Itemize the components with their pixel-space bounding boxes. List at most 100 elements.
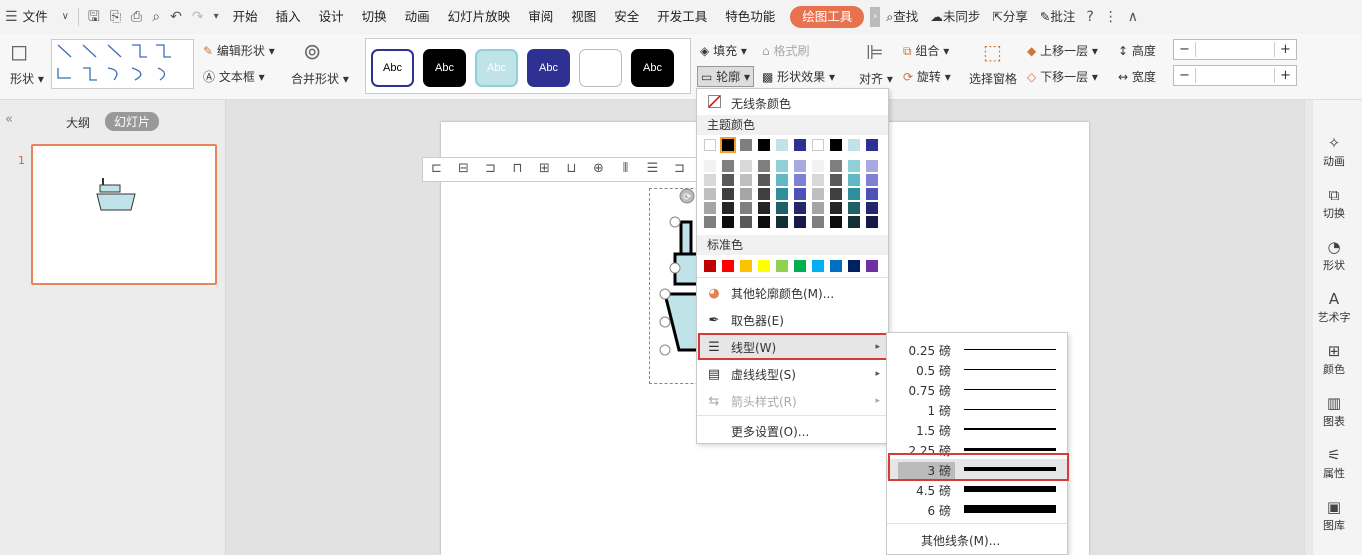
theme-shade-swatch[interactable]	[722, 160, 734, 172]
line-weight-option[interactable]: 1.5 磅	[887, 419, 1067, 439]
collapse-panel-icon[interactable]: «	[5, 112, 13, 127]
theme-shade-swatch[interactable]	[812, 174, 824, 186]
theme-shade-swatch[interactable]	[830, 160, 842, 172]
width-field[interactable]: − +	[1173, 65, 1297, 86]
tab-insert[interactable]: 插入	[267, 0, 310, 34]
theme-shade-swatch[interactable]	[704, 174, 716, 186]
theme-shade-swatch[interactable]	[758, 202, 770, 214]
theme-shade-swatch[interactable]	[740, 188, 752, 200]
theme-shade-swatch[interactable]	[812, 216, 824, 228]
theme-color-swatch[interactable]	[830, 139, 842, 151]
tab-view[interactable]: 视图	[562, 0, 605, 34]
style-preset[interactable]: Abc	[371, 49, 414, 87]
theme-color-swatch[interactable]	[776, 139, 788, 151]
theme-shade-swatch[interactable]	[758, 216, 770, 228]
theme-shade-swatch[interactable]	[812, 202, 824, 214]
theme-shade-swatch[interactable]	[848, 202, 860, 214]
standard-color-swatch[interactable]	[812, 260, 824, 272]
theme-shade-swatch[interactable]	[830, 174, 842, 186]
fill-button[interactable]: ◈ 填充 ▾	[700, 42, 747, 59]
theme-shade-swatch[interactable]	[758, 174, 770, 186]
theme-shade-swatch[interactable]	[740, 160, 752, 172]
theme-color-swatch[interactable]	[866, 139, 878, 151]
theme-shade-swatch[interactable]	[866, 216, 878, 228]
theme-shade-swatch[interactable]	[794, 188, 806, 200]
standard-color-swatch[interactable]	[776, 260, 788, 272]
redo-icon[interactable]: ↷	[187, 0, 209, 34]
minus-icon[interactable]: −	[1174, 68, 1196, 83]
more-settings-item[interactable]: 更多设置(O)...	[697, 418, 888, 444]
outline-tab[interactable]: 大纲	[66, 114, 90, 131]
standard-color-swatch[interactable]	[704, 260, 716, 272]
tab-security[interactable]: 安全	[605, 0, 648, 34]
theme-shade-swatch[interactable]	[776, 216, 788, 228]
theme-shade-swatch[interactable]	[830, 216, 842, 228]
theme-shade-swatch[interactable]	[812, 188, 824, 200]
standard-color-swatch[interactable]	[830, 260, 842, 272]
plus-icon[interactable]: +	[1274, 68, 1296, 83]
tab-animation[interactable]: 动画	[396, 0, 439, 34]
theme-shade-swatch[interactable]	[758, 160, 770, 172]
sidebar-item-transition[interactable]: ⧉ 切换	[1305, 186, 1362, 221]
chevron-down-icon[interactable]: ∨	[57, 0, 74, 34]
slide-thumbnail[interactable]	[31, 144, 217, 285]
collapse-icon[interactable]: ∧	[1123, 0, 1143, 34]
more-icon[interactable]: ⋮	[1099, 0, 1123, 34]
save-icon[interactable]: 🖫	[83, 0, 105, 34]
theme-shade-swatch[interactable]	[740, 202, 752, 214]
theme-shade-swatch[interactable]	[776, 160, 788, 172]
line-weight-option[interactable]: 1 磅	[887, 399, 1067, 419]
export-icon[interactable]: ⎘	[105, 0, 126, 34]
theme-shade-swatch[interactable]	[722, 202, 734, 214]
theme-color-swatch[interactable]	[848, 139, 860, 151]
distribute-vertical-icon[interactable]: ⫴	[612, 158, 639, 180]
theme-shade-swatch[interactable]	[722, 216, 734, 228]
theme-shade-swatch[interactable]	[704, 188, 716, 200]
file-menu[interactable]: 文件	[23, 0, 57, 34]
theme-color-swatch[interactable]	[758, 139, 770, 151]
tab-review[interactable]: 审阅	[519, 0, 562, 34]
theme-color-swatch[interactable]	[740, 139, 752, 151]
theme-shade-swatch[interactable]	[866, 202, 878, 214]
minus-icon[interactable]: −	[1174, 42, 1196, 57]
style-preset[interactable]: Abc	[475, 49, 518, 87]
print-icon[interactable]: ⎙	[126, 0, 147, 34]
outline-button[interactable]: ▭ 轮廓 ▾	[697, 66, 755, 87]
line-weight-option[interactable]: 0.75 磅	[887, 379, 1067, 399]
sidebar-item-shape[interactable]: ◔ 形状	[1305, 238, 1362, 273]
sidebar-item-chart[interactable]: ▥ 图表	[1305, 394, 1362, 429]
tab-features[interactable]: 特色功能	[716, 0, 784, 34]
sync-button[interactable]: ☁未同步	[924, 0, 986, 34]
height-field[interactable]: − +	[1173, 39, 1297, 60]
theme-color-swatch[interactable]	[720, 137, 736, 153]
align-middle-icon[interactable]: ⊞	[531, 158, 558, 180]
theme-color-swatch[interactable]	[812, 139, 824, 151]
more-lines-item[interactable]: 其他线条(M)...	[921, 532, 1000, 549]
sidebar-item-gallery[interactable]: ▣ 图库	[1305, 498, 1362, 533]
undo-icon[interactable]: ↶	[165, 0, 187, 34]
plus-icon[interactable]: +	[1274, 42, 1296, 57]
style-preset[interactable]: Abc	[631, 49, 674, 87]
theme-shade-swatch[interactable]	[704, 160, 716, 172]
preview-icon[interactable]: ⌕	[147, 0, 165, 34]
style-preset[interactable]: Abc	[423, 49, 466, 87]
tab-developer[interactable]: 开发工具	[648, 0, 716, 34]
standard-color-swatch[interactable]	[740, 260, 752, 272]
sidebar-item-animation[interactable]: ✧ 动画	[1305, 134, 1362, 169]
send-backward-button[interactable]: ◇ 下移一层 ▾	[1027, 68, 1098, 85]
merge-shape-button[interactable]: 合并形状 ▾	[291, 70, 349, 87]
more-outline-colors-item[interactable]: ◕ 其他轮廓颜色(M)...	[697, 280, 888, 306]
slides-tab[interactable]: 幻灯片	[105, 112, 160, 131]
distribute-rows-icon[interactable]: ☰	[639, 158, 666, 180]
shape-icon[interactable]: ◻	[10, 40, 28, 65]
standard-color-swatch[interactable]	[758, 260, 770, 272]
theme-shade-swatch[interactable]	[848, 160, 860, 172]
tab-slideshow[interactable]: 幻灯片放映	[439, 0, 520, 34]
shape-effect-button[interactable]: ▩ 形状效果 ▾	[762, 68, 835, 85]
eyedropper-item[interactable]: ✒ 取色器(E)	[697, 307, 888, 333]
dash-type-item[interactable]: ▤ 虚线线型(S) ▸	[697, 361, 888, 387]
tab-home[interactable]: 开始	[224, 0, 267, 34]
standard-color-swatch[interactable]	[722, 260, 734, 272]
line-weight-option[interactable]: 6 磅	[887, 499, 1067, 519]
textbox-button[interactable]: Ⓐ 文本框 ▾	[203, 68, 265, 85]
